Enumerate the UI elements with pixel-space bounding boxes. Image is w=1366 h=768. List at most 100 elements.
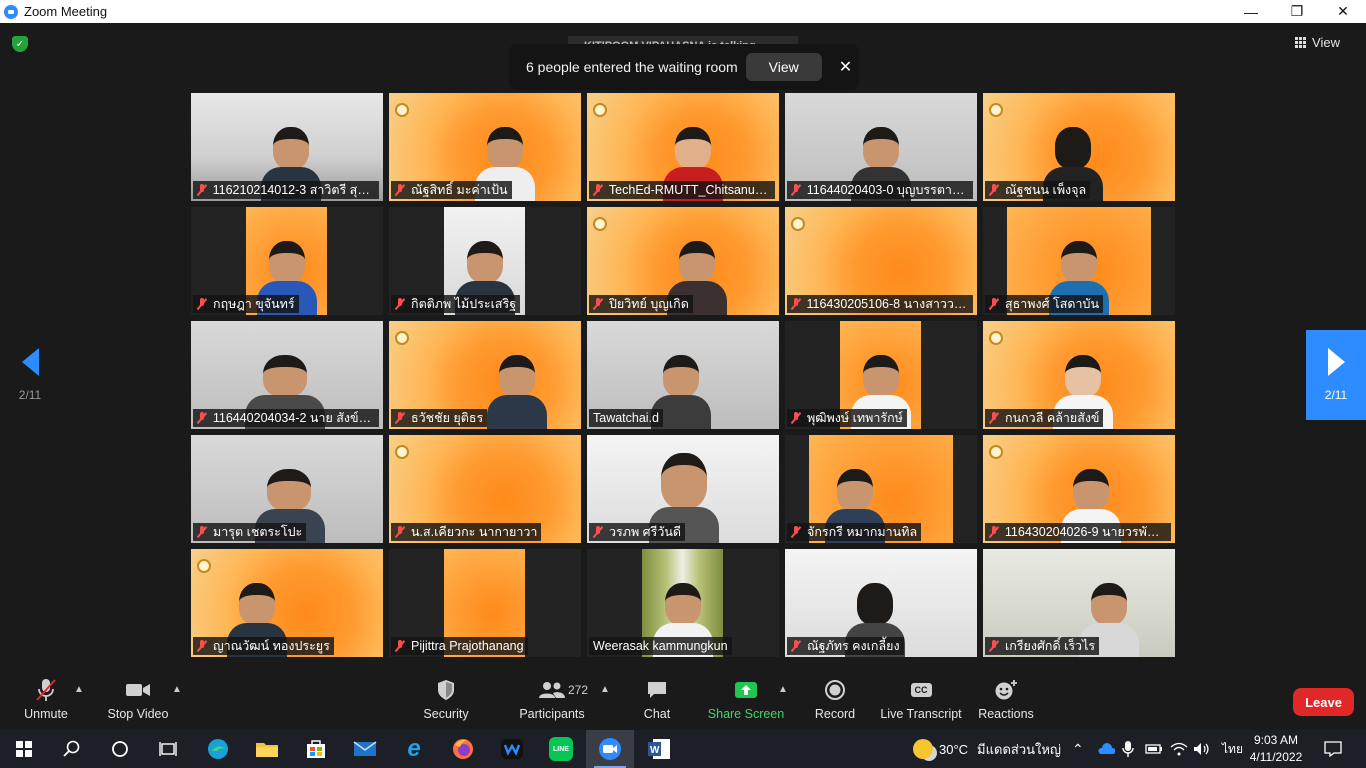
participant-tile[interactable]: 11644020403-0 บุญบรรตาล ... — [785, 93, 977, 201]
minimize-button[interactable]: — — [1228, 0, 1274, 23]
store-app-button[interactable] — [292, 730, 340, 768]
university-logo-icon — [395, 445, 409, 459]
participant-tile[interactable]: เกรียงศักดิ์ เร็วไร — [983, 549, 1175, 657]
ie-app-button[interactable]: e — [390, 730, 438, 768]
stop-video-label: Stop Video — [107, 707, 169, 721]
system-clock[interactable]: 9:03 AM 4/11/2022 — [1240, 732, 1312, 766]
unmute-button[interactable]: Unmute — [18, 675, 74, 730]
participant-tile[interactable]: ณัฐภัทร คงเกลี้ยง — [785, 549, 977, 657]
participant-tile[interactable]: TechEd-RMUTT_Chitsanup... — [587, 93, 779, 201]
mic-muted-icon — [791, 184, 801, 196]
mic-muted-icon — [989, 412, 999, 424]
participant-tile[interactable]: น.ส.เคียวกะ นากายาวา — [389, 435, 581, 543]
participant-tile[interactable]: Weerasak kammungkun — [587, 549, 779, 657]
participant-tile[interactable]: 116430204026-9 นายวรพัฒ... — [983, 435, 1175, 543]
mic-muted-icon — [989, 298, 999, 310]
participant-name: 116210214012-3 สาวิตรี สุวร... — [212, 183, 375, 197]
line-app-button[interactable]: LINE — [537, 730, 585, 768]
meeting-toolbar: Unmute ▲ Stop Video ▲ Security Participa… — [0, 675, 1366, 730]
window-title: Zoom Meeting — [24, 4, 108, 19]
security-button[interactable]: Security — [420, 675, 472, 730]
participant-name: สุธาพงศ์ โสดาบัน — [1005, 297, 1099, 311]
mic-muted-icon — [791, 298, 800, 310]
participant-tile[interactable]: สุธาพงศ์ โสดาบัน — [983, 207, 1175, 315]
live-transcript-label: Live Transcript — [880, 707, 962, 721]
close-window-button[interactable]: ✕ — [1320, 0, 1366, 23]
webex-icon — [501, 739, 523, 759]
participant-tile[interactable]: Pijittra Prajothanang — [389, 549, 581, 657]
clock-date: 4/11/2022 — [1249, 750, 1303, 764]
participant-name: ธวัชชัย ยุติธร — [411, 411, 484, 425]
participant-tile[interactable]: กฤษฎา ขุจันทร์ — [191, 207, 383, 315]
participant-tile[interactable]: จักรกรี หมากมานทิล — [785, 435, 977, 543]
reactions-button[interactable]: Reactions — [978, 675, 1034, 730]
participant-label: ญาณวัฒน์ ทองประยูร — [193, 637, 334, 655]
participant-name: มารุต เชตระโปะ — [213, 525, 303, 539]
share-options-chevron-icon[interactable]: ▲ — [778, 684, 788, 695]
zoom-app-button[interactable] — [586, 730, 634, 768]
word-app-button[interactable]: W — [635, 730, 683, 768]
stop-video-button[interactable]: Stop Video — [106, 675, 170, 730]
participant-tile[interactable]: 116430205106-8 นางสาววรร... — [785, 207, 977, 315]
participant-tile[interactable]: 116440204034-2 นาย สังข์ชั... — [191, 321, 383, 429]
task-view-button[interactable] — [144, 730, 192, 768]
start-button[interactable] — [0, 730, 48, 768]
closed-captions-icon: CC — [910, 675, 932, 705]
wifi-icon[interactable] — [1170, 730, 1188, 768]
mail-app-button[interactable] — [341, 730, 389, 768]
notifications-button[interactable] — [1324, 730, 1342, 768]
participant-name: น.ส.เคียวกะ นากายาวา — [411, 525, 538, 539]
waiting-room-notification: 6 people entered the waiting room View ✕ — [509, 44, 859, 90]
participant-name: กิตติภพ ไม้ประเสริฐ — [411, 297, 517, 311]
mic-muted-icon — [593, 298, 603, 310]
participant-name: จักรกรี หมากมานทิล — [807, 525, 918, 539]
participant-label: 116430205106-8 นางสาววรร... — [787, 295, 973, 313]
onedrive-icon[interactable] — [1097, 730, 1115, 768]
cortana-button[interactable] — [96, 730, 144, 768]
participant-tile[interactable]: ปิยวิทย์ บุญเกิด — [587, 207, 779, 315]
show-hidden-icons-button[interactable]: ⌃ — [1072, 730, 1084, 768]
notification-view-button[interactable]: View — [745, 53, 822, 81]
previous-page-button[interactable]: 2/11 — [0, 330, 60, 420]
microphone-tray-icon[interactable] — [1122, 730, 1134, 768]
edge-app-button[interactable] — [194, 730, 242, 768]
participant-tile[interactable]: ณัฐชนน เพ็งจุล — [983, 93, 1175, 201]
search-taskbar-button[interactable] — [48, 730, 96, 768]
participant-tile[interactable]: มารุต เชตระโปะ — [191, 435, 383, 543]
battery-icon[interactable] — [1145, 730, 1163, 768]
store-icon — [307, 740, 325, 758]
live-transcript-button[interactable]: CC Live Transcript — [880, 675, 962, 730]
unmute-label: Unmute — [24, 707, 68, 721]
participant-tile[interactable]: ณัฐสิทธิ์ มะค่าเป้น — [389, 93, 581, 201]
firefox-app-button[interactable] — [439, 730, 487, 768]
share-screen-button[interactable]: Share Screen — [708, 675, 784, 730]
notification-close-icon[interactable]: ✕ — [839, 57, 852, 77]
search-icon — [63, 740, 80, 757]
chat-button[interactable]: Chat — [640, 675, 674, 730]
participant-tile[interactable]: ธวัชชัย ยุติธร — [389, 321, 581, 429]
participant-label: สุธาพงศ์ โสดาบัน — [985, 295, 1103, 313]
participant-tile[interactable]: Tawatchai.d — [587, 321, 779, 429]
video-options-chevron-icon[interactable]: ▲ — [172, 684, 182, 695]
participant-label: 11644020403-0 บุญบรรตาล ... — [787, 181, 973, 199]
mic-muted-icon — [989, 184, 999, 196]
weather-widget[interactable]: 30°C มีแดดส่วนใหญ่ — [913, 730, 1061, 768]
participant-tile[interactable]: ญาณวัฒน์ ทองประยูร — [191, 549, 383, 657]
participant-tile[interactable]: วรภพ ศรีวันดี — [587, 435, 779, 543]
view-button[interactable]: View — [1295, 35, 1340, 50]
leave-button[interactable]: Leave — [1293, 688, 1354, 716]
participant-tile[interactable]: 116210214012-3 สาวิตรี สุวร... — [191, 93, 383, 201]
webex-app-button[interactable] — [488, 730, 536, 768]
file-explorer-button[interactable] — [243, 730, 291, 768]
participant-label: 116210214012-3 สาวิตรี สุวร... — [193, 181, 379, 199]
participants-options-chevron-icon[interactable]: ▲ — [600, 684, 610, 695]
volume-icon[interactable] — [1193, 730, 1211, 768]
next-page-button[interactable]: 2/11 — [1306, 330, 1366, 420]
participant-tile[interactable]: กิตติภพ ไม้ประเสริฐ — [389, 207, 581, 315]
audio-options-chevron-icon[interactable]: ▲ — [74, 684, 84, 695]
maximize-button[interactable]: ❐ — [1274, 0, 1320, 23]
record-button[interactable]: Record — [814, 675, 856, 730]
participant-tile[interactable]: พุฒิพงษ์ เทพารักษ์ — [785, 321, 977, 429]
participant-tile[interactable]: กนกวลี คล้ายสังข์ — [983, 321, 1175, 429]
shield-check-icon[interactable]: ✓ — [12, 36, 28, 52]
